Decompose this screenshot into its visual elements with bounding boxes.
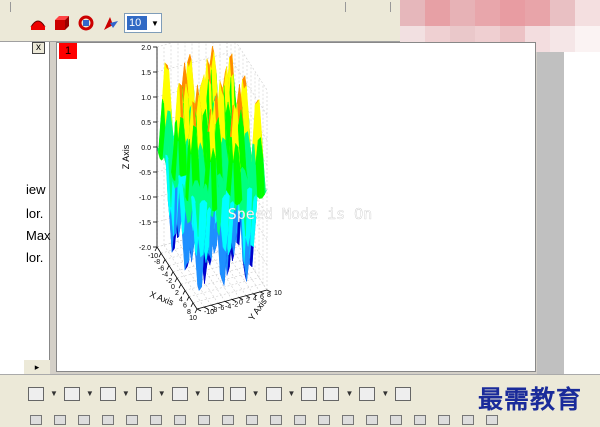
x-tick xyxy=(170,271,174,276)
rotate-icon[interactable] xyxy=(28,13,48,33)
list-item[interactable]: lor. xyxy=(26,250,43,265)
boxplot-icon[interactable] xyxy=(99,386,116,401)
chevron-down-icon[interactable]: ▼ xyxy=(288,389,296,398)
image-icon[interactable] xyxy=(395,386,412,401)
3d-surface-icon[interactable] xyxy=(301,386,318,401)
tool-icon[interactable] xyxy=(486,414,498,425)
size-value: 10 xyxy=(127,16,147,30)
y-tick-label: 8 xyxy=(267,292,271,299)
x-tick xyxy=(186,296,190,301)
x-tick xyxy=(162,259,166,264)
z-axis-title: Z Axis xyxy=(121,144,131,169)
chevron-down-icon[interactable]: ▼ xyxy=(345,389,353,398)
list-item[interactable]: Max xyxy=(26,228,51,243)
z-tick-label: -1.5 xyxy=(139,220,151,227)
toolbar-separator xyxy=(345,2,346,12)
z-tick-label: 1.0 xyxy=(141,95,151,102)
tool-icon[interactable] xyxy=(198,414,210,425)
tool-icon[interactable] xyxy=(342,414,354,425)
chevron-down-icon[interactable]: ▼ xyxy=(50,389,58,398)
x-tick xyxy=(154,246,158,252)
left-panel: x iew lor. Max lor. ▸ xyxy=(0,42,51,374)
tool-icon[interactable] xyxy=(78,414,90,425)
y-tick-label: -8 xyxy=(211,307,217,314)
tool-icon[interactable] xyxy=(54,414,66,425)
3d-scatter-icon[interactable] xyxy=(229,386,246,401)
toolbar-separator xyxy=(390,2,391,12)
tool-icon[interactable] xyxy=(318,414,330,425)
tool-icon[interactable] xyxy=(126,414,138,425)
list-item[interactable]: lor. xyxy=(26,206,43,221)
tool-icon[interactable] xyxy=(414,414,426,425)
tool-icon[interactable] xyxy=(174,414,186,425)
y-tick-label: -4 xyxy=(225,303,231,310)
surface-plot: -2.0-1.5-1.0-0.50.00.51.01.52.0-10-8-6-4… xyxy=(121,43,373,323)
side-panel xyxy=(564,52,600,374)
tool-icon[interactable] xyxy=(462,414,474,425)
speed-mode-label: Speed Mode is On xyxy=(228,205,373,223)
scroll-right-arrow[interactable]: ▸ xyxy=(24,360,50,374)
tool-icon[interactable] xyxy=(366,414,378,425)
contour-icon[interactable] xyxy=(359,386,376,401)
3d-wire-icon[interactable] xyxy=(323,386,340,401)
tool-icon[interactable] xyxy=(270,414,282,425)
lighting-icon[interactable] xyxy=(100,13,120,33)
z-tick-label: 2.0 xyxy=(141,45,151,52)
chevron-down-icon[interactable]: ▼ xyxy=(252,389,260,398)
reset-icon[interactable] xyxy=(76,13,96,33)
x-tick xyxy=(166,265,170,270)
tool-icon[interactable] xyxy=(150,414,162,425)
graph-window: 1 -2.0 -1.5 -1.0 -0.5 0.0 0.5 1.0 1.5 2.0 -10 -8 -6… xyxy=(56,42,536,372)
chevron-down-icon[interactable]: ▼ xyxy=(86,389,94,398)
x-tick-label: 10 xyxy=(189,315,197,322)
tool-icon[interactable] xyxy=(246,414,258,425)
chevron-down-icon: ▼ xyxy=(151,18,159,28)
z-tick-label: -0.5 xyxy=(139,170,151,177)
tool-icon[interactable] xyxy=(102,414,114,425)
line-icon[interactable] xyxy=(63,386,80,401)
chevron-down-icon[interactable]: ▼ xyxy=(158,389,166,398)
cube-icon[interactable] xyxy=(52,13,72,33)
y-tick xyxy=(196,308,202,312)
watermark-logo: 最需教育 xyxy=(478,385,583,414)
3d-bar-icon[interactable] xyxy=(265,386,282,401)
x-axis-title: X Axis xyxy=(148,289,175,308)
y-tick-label: 2 xyxy=(246,298,250,305)
polar-icon[interactable] xyxy=(171,386,188,401)
chevron-down-icon[interactable]: ▼ xyxy=(122,389,130,398)
close-icon[interactable]: x xyxy=(32,42,45,54)
y-tick-label: 0 xyxy=(239,300,243,307)
tool-icon[interactable] xyxy=(222,414,234,425)
z-tick-label: 1.5 xyxy=(141,70,151,77)
area-icon[interactable] xyxy=(135,386,152,401)
x-tick xyxy=(178,284,182,289)
tool-icon[interactable] xyxy=(294,414,306,425)
list-item[interactable]: iew xyxy=(26,182,46,197)
x-tick xyxy=(194,308,198,314)
x-tick xyxy=(174,277,178,283)
y-tick-label: 10 xyxy=(274,290,282,297)
y-tick-label: -2 xyxy=(232,301,238,308)
workspace-background xyxy=(537,52,564,374)
x-tick xyxy=(158,253,162,258)
y-tick-label: -6 xyxy=(218,305,224,312)
size-dropdown[interactable]: 10 ▼ xyxy=(124,13,162,33)
template-icon[interactable] xyxy=(207,386,224,401)
z-tick-label: -2.0 xyxy=(139,245,151,252)
z-tick-label: -1.0 xyxy=(139,195,151,202)
tool-icon[interactable] xyxy=(438,414,450,425)
scatter-icon[interactable] xyxy=(28,386,44,401)
tool-icon[interactable] xyxy=(390,414,402,425)
tool-icon[interactable] xyxy=(30,414,42,425)
chevron-down-icon[interactable]: ▼ xyxy=(381,389,389,398)
chevron-down-icon[interactable]: ▼ xyxy=(194,389,202,398)
x-tick xyxy=(182,290,186,295)
x-tick xyxy=(190,302,194,307)
z-tick-label: 0.0 xyxy=(141,145,151,152)
z-tick-label: 0.5 xyxy=(141,120,151,127)
